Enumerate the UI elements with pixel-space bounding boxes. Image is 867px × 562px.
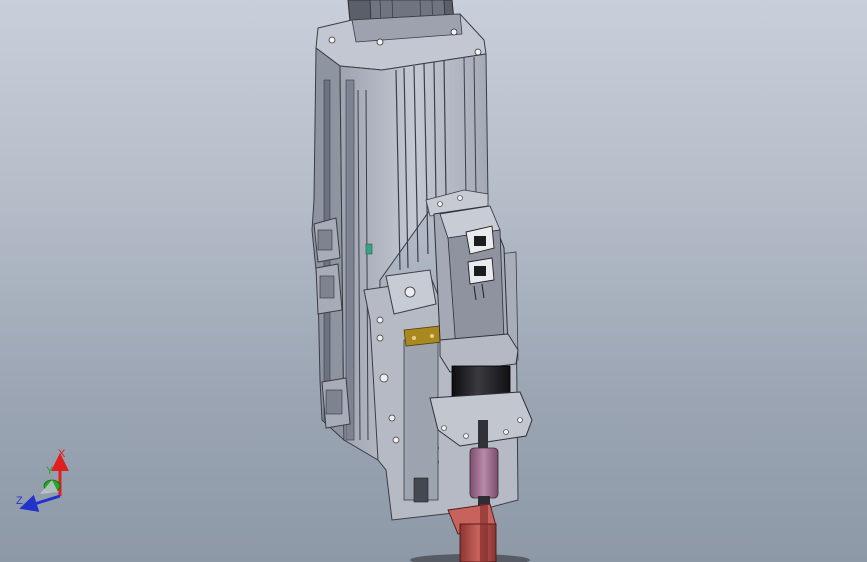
front-stepper-motor[interactable] bbox=[433, 205, 519, 373]
triad-y-label: Y bbox=[46, 465, 54, 477]
pink-coupling-tube[interactable] bbox=[469, 447, 499, 506]
triad-z-label: Z bbox=[16, 495, 23, 507]
coordinate-triad: X Y Z bbox=[12, 446, 74, 512]
triad-z-axis bbox=[19, 494, 61, 512]
cad-assembly-model[interactable] bbox=[0, 0, 867, 562]
teal-marker bbox=[365, 243, 373, 255]
brass-block[interactable] bbox=[403, 325, 443, 347]
triad-x-label: X bbox=[58, 448, 66, 460]
red-nozzle-part[interactable] bbox=[447, 503, 497, 562]
graphics-viewport[interactable]: X Y Z bbox=[0, 0, 867, 562]
